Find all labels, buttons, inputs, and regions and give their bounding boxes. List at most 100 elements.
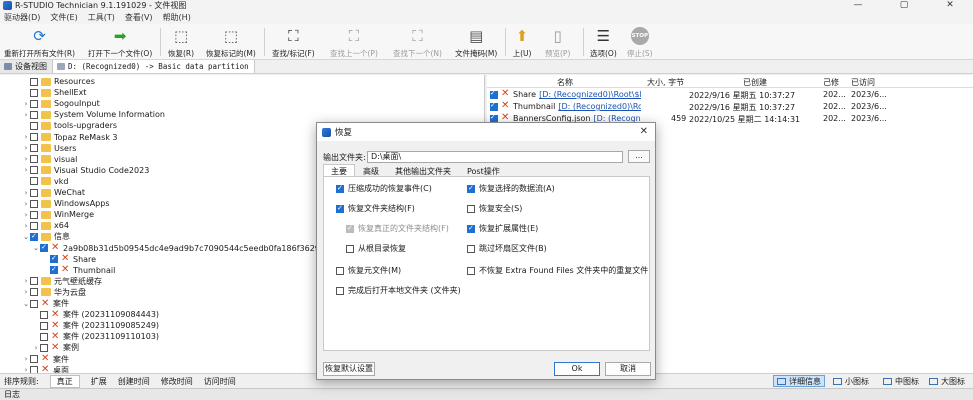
view-medium-icons-button[interactable]: 中图标 — [880, 375, 922, 387]
tree-checkbox[interactable] — [40, 243, 48, 252]
tree-checkbox[interactable] — [30, 188, 38, 197]
expand-icon[interactable]: › — [22, 355, 30, 363]
recover-option[interactable]: 恢复安全(S) — [467, 203, 522, 214]
tree-item[interactable]: ✕ 案件 (20231109084443) — [32, 309, 159, 320]
menu-tools[interactable]: 工具(T) — [88, 12, 115, 23]
tree-checkbox[interactable] — [30, 355, 38, 363]
tree-item[interactable]: ⌄ ✕2a9b08b31d5b09545dc4e9ad9b7c7090544c5e… — [32, 243, 337, 254]
tree-item[interactable]: › 元气壁纸缓存 — [22, 276, 102, 287]
sort-accessed[interactable]: 访问时间 — [204, 376, 236, 387]
maximize-icon[interactable]: ▢ — [881, 0, 927, 11]
find-previous-button[interactable]: ⛶ 查找上一个(P) — [330, 26, 378, 59]
tree-item[interactable]: ✕Share — [42, 254, 96, 265]
menu-help[interactable]: 帮助(H) — [163, 12, 191, 23]
tree-checkbox[interactable] — [30, 99, 38, 108]
recover-option[interactable]: 跳过坏扇区文件(B) — [467, 243, 547, 254]
tree-checkbox[interactable] — [30, 232, 38, 241]
tree-item[interactable]: › 华为云盘 — [22, 287, 86, 298]
file-mask-button[interactable]: ▤ 文件掩码(M) — [455, 26, 497, 59]
tree-checkbox[interactable] — [40, 321, 48, 330]
col-name[interactable]: 名称 — [557, 77, 573, 88]
folder-up-button[interactable]: ⬆ 上(U) — [512, 26, 532, 59]
tree-item[interactable]: ⌄ 信息 — [22, 231, 70, 242]
tree-checkbox[interactable] — [30, 88, 38, 97]
recover-option[interactable]: 压缩成功的恢复事件(C) — [336, 183, 432, 194]
expand-icon[interactable]: › — [22, 277, 30, 285]
expand-icon[interactable]: › — [22, 189, 30, 197]
tree-checkbox[interactable] — [30, 299, 38, 308]
stop-button[interactable]: STOP 停止(S) — [627, 26, 653, 59]
close-icon[interactable]: ✕ — [927, 0, 973, 11]
tree-item[interactable]: › ✕ 案件 — [22, 354, 69, 365]
sort-created[interactable]: 创建时间 — [118, 376, 150, 387]
tree-item[interactable]: › System Volume Information — [22, 109, 165, 120]
expand-icon[interactable]: › — [22, 166, 30, 174]
tree-item[interactable]: › WeChat — [22, 187, 85, 198]
browse-button[interactable]: ... — [628, 150, 650, 163]
tree-checkbox[interactable] — [30, 210, 38, 219]
tree-checkbox[interactable] — [30, 77, 38, 86]
option-checkbox[interactable] — [346, 244, 354, 253]
tree-checkbox[interactable] — [40, 310, 48, 319]
sort-modified[interactable]: 修改时间 — [161, 376, 193, 387]
tree-item[interactable]: › ✕ 案例 — [32, 342, 79, 353]
file-row[interactable]: ✕Thumbnail[D: (Recognized0)\Root\ 2022/9/… — [487, 100, 973, 113]
ok-button[interactable]: Ok — [554, 362, 600, 376]
tree-item[interactable]: ShellExt — [22, 87, 86, 98]
tree-checkbox[interactable] — [40, 332, 48, 341]
expand-icon[interactable]: › — [22, 144, 30, 152]
recover-option[interactable]: 不恢复 Extra Found Files 文件夹中的重复文件 — [467, 265, 648, 276]
file-row[interactable]: ✕Share[D: (Recognized0)\Root\$REC 2022/9/… — [487, 88, 973, 101]
expand-icon[interactable]: › — [22, 222, 30, 230]
tree-item[interactable]: tools-upgraders — [22, 120, 117, 131]
expand-icon[interactable]: › — [22, 366, 30, 373]
tree-item[interactable]: › visual — [22, 154, 78, 165]
tree-checkbox[interactable] — [30, 288, 38, 297]
option-checkbox[interactable] — [467, 266, 475, 275]
tree-item[interactable]: › Users — [22, 143, 77, 154]
restore-defaults-button[interactable]: 恢复默认设置 — [323, 362, 375, 376]
tree-checkbox[interactable] — [50, 265, 58, 275]
tree-item[interactable]: › x64 — [22, 220, 69, 231]
output-folder-input[interactable]: D:\桌面\ — [367, 151, 623, 163]
binoculars-button[interactable]: ⛶ 查找/标记(F) — [272, 26, 315, 59]
tree-item[interactable]: ✕ 案件 (20231109110103) — [32, 331, 159, 342]
tree-checkbox[interactable] — [50, 254, 58, 264]
expand-icon[interactable]: › — [22, 211, 30, 219]
tree-item[interactable]: › ✕ 桌面 — [22, 365, 69, 373]
tree-item[interactable]: › Visual Studio Code2023 — [22, 165, 150, 176]
tree-item[interactable]: vkd — [22, 176, 68, 187]
collapse-icon[interactable]: ⌄ — [32, 244, 40, 252]
menu-drive[interactable]: 驱动器(D) — [4, 12, 40, 23]
option-checkbox[interactable] — [467, 204, 475, 213]
minimize-icon[interactable]: — — [835, 0, 881, 11]
view-large-icons-button[interactable]: 大图标 — [926, 375, 968, 387]
file-path-link[interactable]: [D: (Recognized0)\Root\$REC — [539, 90, 641, 99]
recover-marked-button[interactable]: ⬚ 恢复标记的(M) — [206, 26, 256, 59]
recover-option[interactable]: 恢复元文件(M) — [336, 265, 401, 276]
tree-checkbox[interactable] — [30, 199, 38, 208]
recover-option[interactable]: 恢复文件夹结构(F) — [336, 203, 415, 214]
col-accessed[interactable]: 已访问 — [851, 77, 875, 88]
tree-checkbox[interactable] — [30, 366, 38, 373]
file-checkbox[interactable] — [490, 89, 498, 99]
option-checkbox[interactable] — [336, 266, 344, 275]
expand-icon[interactable]: › — [22, 133, 30, 141]
tree-checkbox[interactable] — [30, 144, 38, 153]
dialog-close-icon[interactable]: ✕ — [640, 126, 648, 137]
recover-button[interactable]: ⬚ 恢复(R) — [168, 26, 194, 59]
find-next-button[interactable]: ⛶ 查找下一个(N) — [393, 26, 442, 59]
tree-checkbox[interactable] — [30, 277, 38, 286]
tree-checkbox[interactable] — [30, 166, 38, 175]
tree-checkbox[interactable] — [30, 221, 38, 230]
view-details-button[interactable]: 详细信息 — [773, 375, 825, 387]
file-checkbox[interactable] — [490, 101, 498, 111]
col-created[interactable]: 已创建 — [743, 77, 767, 88]
tree-item[interactable]: Resources — [22, 76, 95, 87]
sort-extension[interactable]: 扩展 — [91, 376, 107, 387]
tree-item[interactable]: › WindowsApps — [22, 198, 110, 209]
expand-icon[interactable]: › — [22, 288, 30, 296]
expand-icon[interactable]: › — [22, 200, 30, 208]
tree-checkbox[interactable] — [30, 155, 38, 164]
view-small-icons-button[interactable]: 小图标 — [830, 375, 872, 387]
